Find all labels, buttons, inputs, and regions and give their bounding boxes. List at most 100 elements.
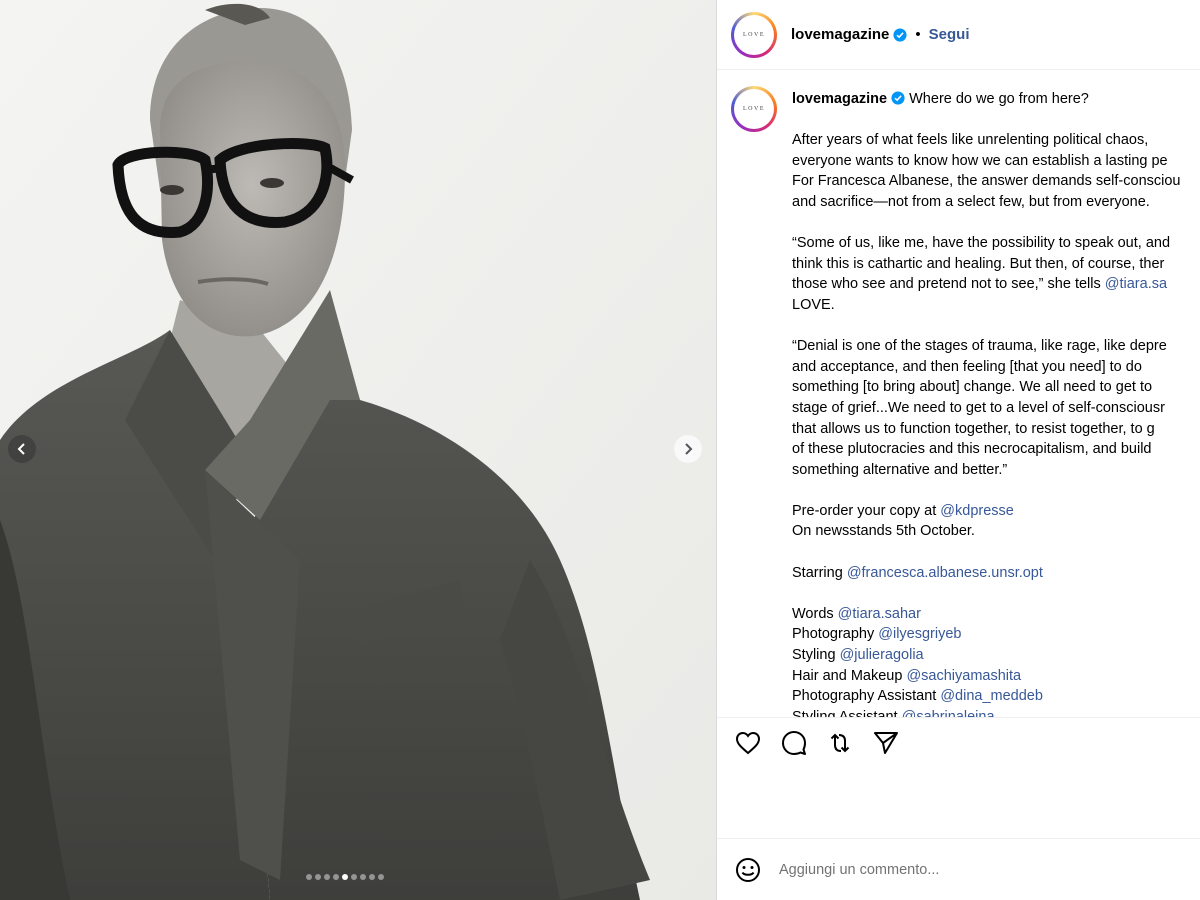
caption-text-run: Where do we go from here? [909, 91, 1089, 107]
carousel-dot [360, 874, 366, 880]
caption-line: stage of grief...We need to get to a lev… [792, 398, 1200, 419]
caption-line: something [to bring about] change. We al… [792, 377, 1200, 398]
caption-text-run: Hair and Makeup [792, 667, 907, 684]
caption-line: “Denial is one of the stages of trauma, … [792, 336, 1200, 357]
mention-link[interactable]: @sachiyamashita [906, 668, 1021, 684]
previous-slide-button[interactable] [8, 435, 36, 463]
caption-line: Words @tiara.sahar [792, 604, 1200, 625]
carousel-dot [351, 874, 357, 880]
caption-text-run: LOVE. [792, 296, 835, 313]
caption-text-run: “Denial is one of the stages of trauma, … [792, 338, 1167, 355]
caption-line: everyone wants to know how we can establ… [792, 151, 1200, 172]
caption-scroll-area[interactable]: LOVE lovemagazine Where do we go from he… [717, 70, 1200, 718]
portrait-photo [0, 0, 716, 900]
caption-line: Styling @julieragolia [792, 645, 1200, 666]
caption-text-run: of these plutocracies and this necrocapi… [792, 441, 1152, 458]
caption-text-run: Starring [792, 564, 847, 581]
caption-text-run: On newsstands 5th October. [792, 523, 975, 540]
caption-line: On newsstands 5th October. [792, 521, 1200, 542]
chevron-left-icon [17, 443, 25, 455]
verified-badge-icon [891, 91, 905, 105]
caption-text-run: Photography [792, 626, 879, 643]
like-button[interactable] [735, 730, 761, 756]
caption-line: Photography @ilyesgriyeb [792, 624, 1200, 645]
carousel-dot [378, 874, 384, 880]
mention-link[interactable]: @sabrinaleina [902, 709, 995, 717]
comment-bar [717, 838, 1200, 900]
carousel-indicator [306, 874, 384, 880]
caption-line: that allows us to function together, to … [792, 419, 1200, 440]
mention-link[interactable]: @francesca.albanese.unsr.opt [847, 565, 1043, 581]
comment-button[interactable] [781, 730, 807, 756]
caption-text-run: everyone wants to know how we can establ… [792, 152, 1168, 169]
mention-link[interactable]: @kdpresse [940, 503, 1014, 519]
caption-gap [792, 583, 1200, 604]
caption-line: “Some of us, like me, have the possibili… [792, 233, 1200, 254]
caption-text-run: and sacrifice—not from a select few, but… [792, 193, 1150, 210]
chevron-right-icon [685, 443, 693, 455]
caption-gap [792, 110, 1200, 131]
avatar-logo: LOVE [734, 14, 774, 55]
caption-line: Photography Assistant @dina_meddeb [792, 686, 1200, 707]
caption-text-run: Words [792, 605, 838, 622]
carousel-dot [324, 874, 330, 880]
caption-text-run: something alternative and better.” [792, 461, 1008, 478]
avatar[interactable]: LOVE [731, 11, 777, 58]
action-bar [735, 730, 899, 756]
share-button[interactable] [873, 730, 899, 756]
caption-text-run: think this is cathartic and healing. But… [792, 255, 1165, 272]
caption-avatar-wrap: LOVE [731, 86, 777, 132]
carousel-dot [333, 874, 339, 880]
caption-avatar-logo: LOVE [734, 89, 774, 129]
caption-line: Hair and Makeup @sachiyamashita [792, 666, 1200, 687]
caption-text-run: and acceptance, and then feeling [that y… [792, 358, 1142, 375]
caption-line: and sacrifice—not from a select few, but… [792, 192, 1200, 213]
caption-text-run: Pre-order your copy at [792, 502, 941, 519]
caption-text-run: Photography Assistant [792, 688, 941, 705]
follow-button[interactable]: Segui [929, 26, 970, 43]
separator: • [915, 26, 921, 43]
mention-link[interactable]: @julieragolia [840, 647, 924, 663]
next-slide-button[interactable] [674, 435, 702, 463]
mention-link[interactable]: @ilyesgriyeb [878, 626, 961, 642]
caption-text-run: For Francesca Albanese, the answer deman… [792, 173, 1181, 190]
repost-icon [830, 733, 850, 753]
caption-gap [792, 480, 1200, 501]
caption-line: of these plutocracies and this necrocapi… [792, 439, 1200, 460]
caption-text-run: Styling [792, 647, 840, 664]
caption-line: something alternative and better.” [792, 460, 1200, 481]
caption-line: those who see and pretend not to see,” s… [792, 274, 1200, 295]
mention-link[interactable]: @tiara.sahar [838, 606, 921, 622]
caption-text-run: After years of what feels like unrelenti… [792, 132, 1149, 149]
caption-line: For Francesca Albanese, the answer deman… [792, 171, 1200, 192]
caption-line: Starring @francesca.albanese.unsr.opt [792, 563, 1200, 584]
caption-text-run: Styling Assistant [792, 708, 902, 718]
post-header: LOVE lovemagazine • Segui [717, 0, 1200, 70]
caption-text-run: that allows us to function together, to … [792, 420, 1155, 437]
comment-input[interactable] [779, 861, 1139, 878]
repost-button[interactable] [827, 730, 853, 756]
caption-avatar[interactable]: LOVE [731, 86, 777, 132]
caption-gap [792, 213, 1200, 234]
caption-text-run: those who see and pretend not to see,” s… [792, 276, 1105, 293]
caption-gap [792, 316, 1200, 337]
caption-gap [792, 542, 1200, 563]
caption-text: lovemagazine Where do we go from here? Af… [792, 89, 1200, 718]
mention-link[interactable]: @tiara.sa [1105, 276, 1167, 292]
carousel-dot [342, 874, 348, 880]
post-sidebar: LOVE lovemagazine • Segui LOVE lovemagaz… [716, 0, 1200, 900]
caption-text-run: “Some of us, like me, have the possibili… [792, 235, 1171, 252]
caption-line: LOVE. [792, 295, 1200, 316]
caption-username[interactable]: lovemagazine [792, 91, 887, 107]
author-username[interactable]: lovemagazine [791, 26, 889, 43]
comment-icon [782, 731, 806, 755]
mention-link[interactable]: @dina_meddeb [940, 688, 1043, 704]
emoji-icon[interactable] [735, 857, 761, 883]
caption-text-run: something [to bring about] change. We al… [792, 379, 1153, 396]
caption-line: Styling Assistant @sabrinaleina [792, 707, 1200, 718]
caption-line: and acceptance, and then feeling [that y… [792, 357, 1200, 378]
caption-line: lovemagazine Where do we go from here? [792, 89, 1200, 110]
caption-line: Pre-order your copy at @kdpresse [792, 501, 1200, 522]
send-icon [874, 732, 898, 754]
caption-text-run: stage of grief...We need to get to a lev… [792, 399, 1165, 416]
